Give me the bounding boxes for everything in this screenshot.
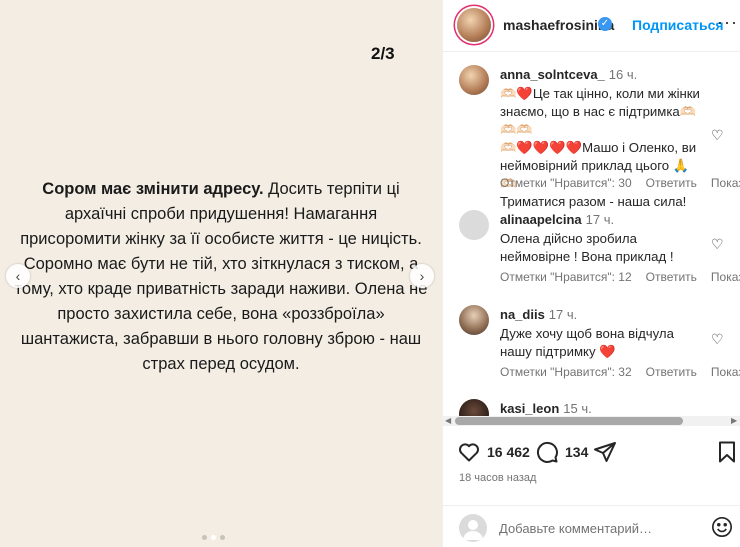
comment-text: 🫶🏻❤️Це так цінно, коли ми жінки знаємо, … (500, 85, 705, 211)
post-timestamp[interactable]: 18 часов назад (459, 472, 536, 484)
post-header: mashaefrosinina ✓ Подписаться ··· (443, 0, 740, 52)
comment-header: na_diis 17 ч. (500, 307, 577, 322)
comment-line: Дуже хочу щоб вона відчула (500, 326, 674, 341)
post-actions-bar: 16 462 134 (443, 436, 740, 470)
comment-text: Дуже хочу щоб вона відчула нашу підтримк… (500, 325, 705, 361)
comment-likes-count[interactable]: Отметки "Нравится": 32 (500, 365, 632, 379)
comment-header: kasi_leon 15 ч. (500, 401, 592, 416)
carousel-dot-active (211, 535, 216, 540)
comment-line: неймовірне ! Вона приклад ! (500, 249, 674, 264)
post-media[interactable]: 2/3 Сором має змінити адресу. Досить тер… (0, 0, 442, 547)
comment-meta: Отметки "Нравится": 30 Ответить Показать п… (500, 176, 740, 190)
comment-likes-count[interactable]: Отметки "Нравится": 30 (500, 176, 632, 190)
smiley-icon (712, 517, 732, 537)
commenter-username[interactable]: kasi_leon (500, 401, 559, 416)
more-options-icon[interactable]: ··· (717, 12, 738, 33)
scroll-right-arrow-icon[interactable]: ▶ (731, 416, 737, 425)
carousel-dots (202, 535, 225, 540)
post-side-panel: mashaefrosinina ✓ Подписаться ··· anna_s… (442, 0, 740, 547)
comment-time: 16 ч. (608, 67, 638, 82)
current-user-avatar (459, 514, 487, 542)
paper-plane-icon (594, 442, 616, 462)
chevron-left-icon: ‹ (15, 268, 21, 284)
commenter-username[interactable]: anna_solntceva_ (500, 67, 605, 82)
comments-list[interactable]: anna_solntceva_ 16 ч. 🫶🏻❤️Це так цінно, к… (443, 53, 740, 418)
slide-text-bold: Сором має змінити адресу. (42, 180, 264, 198)
scrollbar-thumb[interactable] (455, 417, 683, 425)
comment-button[interactable]: 134 (535, 440, 588, 464)
carousel-dot (220, 535, 225, 540)
comment-time: 15 ч. (563, 401, 592, 416)
comment-line: нашу підтримку ❤️ (500, 344, 616, 359)
commenter-avatar[interactable] (459, 210, 489, 240)
comment-line: Триматися разом - наша сила! (500, 194, 687, 209)
carousel-dot (202, 535, 207, 540)
commenter-username[interactable]: na_diis (500, 307, 545, 322)
add-comment-bar (443, 505, 740, 547)
follow-button[interactable]: Подписаться (632, 17, 724, 33)
comment-header: alinaapelcina 17 ч. (500, 212, 614, 227)
share-button[interactable] (593, 440, 617, 464)
next-slide-button[interactable]: › (410, 264, 434, 288)
add-comment-input[interactable] (499, 518, 699, 538)
speech-bubble-icon (536, 441, 558, 463)
likes-count: 16 462 (487, 444, 530, 460)
comment-translate-button[interactable]: Показать перевод (711, 176, 740, 190)
emoji-picker-button[interactable] (711, 516, 733, 538)
commenter-avatar[interactable] (459, 305, 489, 335)
author-avatar[interactable] (457, 8, 491, 42)
commenter-username[interactable]: alinaapelcina (500, 212, 582, 227)
comment-text: Олена дійсно зробила неймовірне ! Вона п… (500, 230, 705, 266)
comment-likes-count[interactable]: Отметки "Нравится": 12 (500, 270, 632, 284)
heart-icon (459, 443, 479, 462)
verified-badge-icon: ✓ (598, 17, 612, 31)
comment-meta: Отметки "Нравится": 32 Ответить Показать п… (500, 365, 740, 379)
comment-reply-button[interactable]: Ответить (646, 270, 697, 284)
comments-horizontal-scrollbar[interactable]: ◀ ▶ (443, 416, 740, 426)
comment-reply-button[interactable]: Ответить (646, 365, 697, 379)
slide-page-indicator: 2/3 (371, 44, 395, 63)
comment-meta: Отметки "Нравится": 12 Ответить Показать п… (500, 270, 740, 284)
slide-text-body: Досить терпіти ці архаїчні спроби придуш… (14, 180, 428, 373)
comment-time: 17 ч. (585, 212, 615, 227)
comment-translate-button[interactable]: Показать перевод (711, 365, 740, 379)
bookmark-icon (719, 441, 735, 463)
comment-translate-button[interactable]: Показать перевод (711, 270, 740, 284)
comments-count: 134 (565, 444, 589, 460)
comment-line: знаємо, що в нас є підтримка🫶🏻🫶🏻🫶🏻 (500, 104, 697, 137)
previous-slide-button[interactable]: ‹ (6, 264, 30, 288)
chevron-right-icon: › (419, 268, 425, 284)
comment-like-icon[interactable]: ♡ (711, 331, 724, 348)
comment-like-icon[interactable]: ♡ (711, 236, 724, 253)
commenter-avatar[interactable] (459, 65, 489, 95)
comment-time: 17 ч. (548, 307, 578, 322)
comment-line: Олена дійсно зробила (500, 231, 637, 246)
comment-header: anna_solntceva_ 16 ч. (500, 67, 637, 82)
slide-text: Сором має змінити адресу. Досить терпіти… (14, 177, 428, 377)
comment-like-icon[interactable]: ♡ (711, 127, 724, 144)
scroll-left-arrow-icon[interactable]: ◀ (445, 416, 451, 425)
comment-line: 🫶🏻❤️❤️❤️❤️Машо і Оленко, ви (500, 140, 697, 155)
comment-reply-button[interactable]: Ответить (646, 176, 697, 190)
like-button[interactable]: 16 462 (457, 440, 530, 464)
save-button[interactable] (715, 440, 739, 464)
comment-line: 🫶🏻❤️Це так цінно, коли ми жінки (500, 86, 700, 101)
